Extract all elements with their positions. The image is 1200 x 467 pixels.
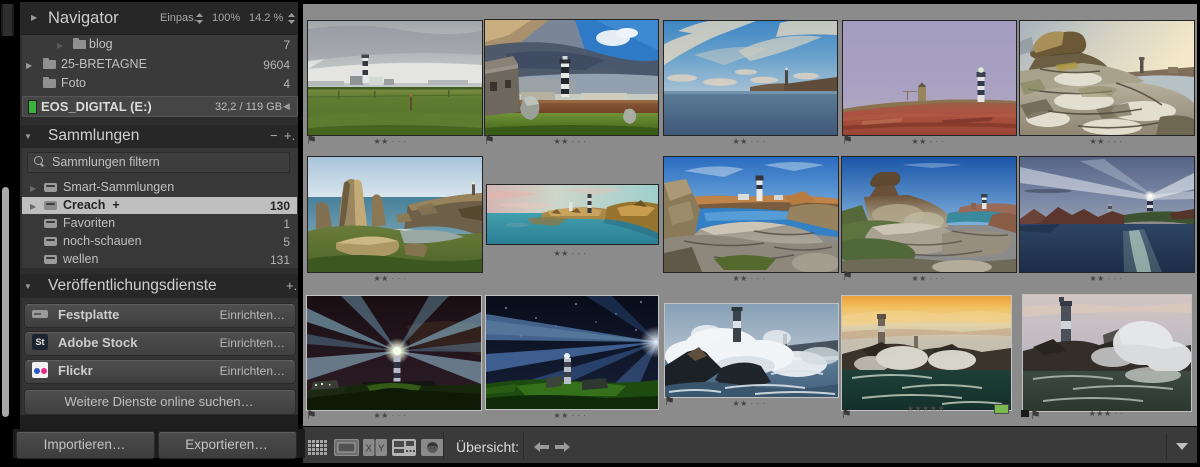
svg-text:X: X <box>365 444 372 455</box>
svg-text:Y: Y <box>378 444 385 455</box>
